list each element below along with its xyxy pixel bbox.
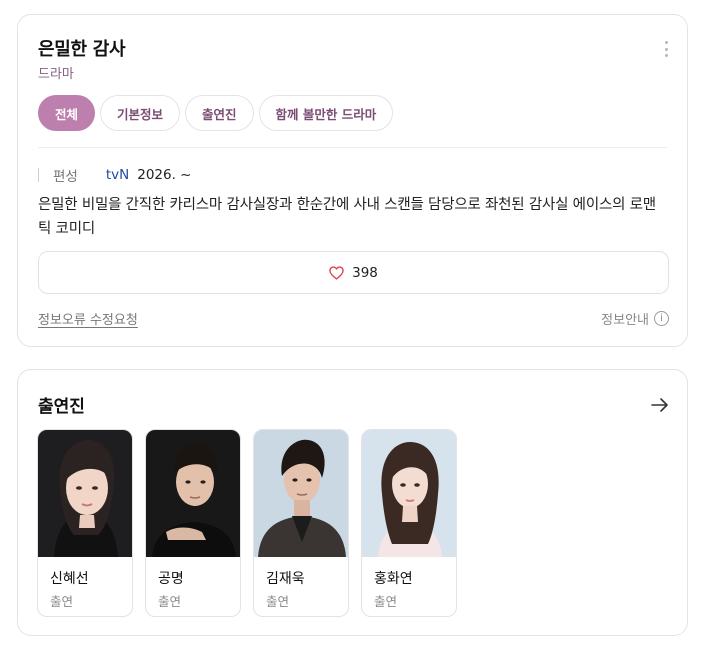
broadcast-info: 편성 tvN 2026. ~ xyxy=(38,165,192,185)
cast-name: 김재욱 xyxy=(266,571,305,587)
cast-name: 공명 xyxy=(158,571,184,587)
tab-similar-dramas[interactable]: 함께 볼만한 드라마 xyxy=(258,95,394,131)
info-guide-button[interactable]: 정보안내 i xyxy=(601,309,669,328)
drama-info-card: 은밀한 감사 드라마 전체 기본정보 출연진 함께 볼만한 드라마 편성 tvN… xyxy=(17,14,688,347)
cast-photo xyxy=(362,430,456,557)
cast-item[interactable]: 김재욱 출연 xyxy=(253,429,349,617)
cast-photo xyxy=(146,430,240,557)
cast-item[interactable]: 홍화연 출연 xyxy=(361,429,457,617)
broadcast-label: 편성 xyxy=(53,169,78,185)
tab-bar: 전체 기본정보 출연진 함께 볼만한 드라마 xyxy=(38,95,394,131)
report-error-link[interactable]: 정보오류 수정요청 xyxy=(38,309,138,328)
meta-bar xyxy=(38,168,39,182)
like-count: 398 xyxy=(352,264,378,281)
tab-cast[interactable]: 출연진 xyxy=(185,95,254,131)
cast-role: 출연 xyxy=(158,594,182,609)
drama-genre: 드라마 xyxy=(38,67,74,82)
cast-photo xyxy=(254,430,348,557)
drama-title: 은밀한 감사 xyxy=(38,39,126,60)
cast-photo xyxy=(38,430,132,557)
info-icon: i xyxy=(654,311,669,326)
cast-section-title: 출연진 xyxy=(38,397,85,417)
cast-list: 신혜선 출연 공명 출연 김재욱 출연 홍화연 출연 xyxy=(37,429,457,617)
cast-name: 신혜선 xyxy=(50,571,89,587)
cast-role: 출연 xyxy=(50,594,74,609)
arrow-right-icon[interactable] xyxy=(649,394,671,416)
more-vertical-icon[interactable] xyxy=(661,41,671,57)
info-guide-label: 정보안내 xyxy=(601,313,649,328)
divider xyxy=(38,147,667,148)
tab-all[interactable]: 전체 xyxy=(38,95,96,131)
cast-role: 출연 xyxy=(374,594,398,609)
cast-item[interactable]: 공명 출연 xyxy=(145,429,241,617)
cast-name: 홍화연 xyxy=(374,571,413,587)
broadcast-date: 2026. ~ xyxy=(137,167,192,183)
drama-description: 은밀한 비밀을 간직한 카리스마 감사실장과 한순간에 사내 스캔들 담당으로 … xyxy=(38,197,656,237)
cast-item[interactable]: 신혜선 출연 xyxy=(37,429,133,617)
cast-role: 출연 xyxy=(266,594,290,609)
cast-card: 출연진 신혜선 출연 공명 출연 김재욱 출연 홍화연 출연 xyxy=(17,369,688,636)
network-link[interactable]: tvN xyxy=(106,167,129,183)
tab-basic-info[interactable]: 기본정보 xyxy=(100,95,181,131)
heart-icon xyxy=(329,265,344,280)
like-button[interactable]: 398 xyxy=(38,251,669,294)
